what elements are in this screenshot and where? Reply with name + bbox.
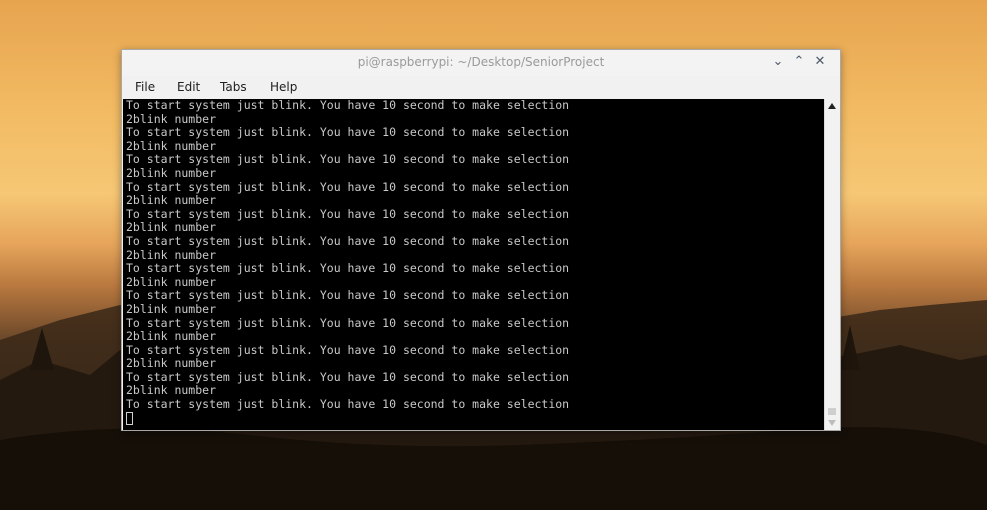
close-icon[interactable]: ✕ <box>812 53 828 71</box>
terminal-line: 2blink number <box>126 274 217 289</box>
terminal-line: 2blink number <box>126 356 217 371</box>
terminal-line: 2blink number <box>126 329 217 344</box>
menu-file[interactable]: File <box>135 80 155 94</box>
terminal-line: 2blink number <box>126 383 217 398</box>
terminal-output[interactable]: To start system just blink. You have 10 … <box>123 99 826 430</box>
scrollbar-thumb[interactable] <box>828 408 836 415</box>
terminal-line: To start system just blink. You have 10 … <box>126 288 570 303</box>
terminal-line: To start system just blink. You have 10 … <box>126 179 570 194</box>
terminal-line: 2blink number <box>126 138 217 153</box>
scroll-up-icon[interactable] <box>828 103 836 109</box>
minimize-icon[interactable]: ⌄ <box>770 53 786 71</box>
terminal-window[interactable]: pi@raspberrypi: ~/Desktop/SeniorProject … <box>121 49 841 431</box>
terminal-line: To start system just blink. You have 10 … <box>126 99 570 112</box>
vertical-scrollbar[interactable] <box>824 99 839 430</box>
terminal-line: To start system just blink. You have 10 … <box>126 233 570 248</box>
terminal-line: To start system just blink. You have 10 … <box>126 342 570 357</box>
scroll-down-icon[interactable] <box>828 420 836 426</box>
terminal-prompt-line[interactable] <box>123 411 826 426</box>
menu-tabs[interactable]: Tabs <box>220 80 247 94</box>
terminal-line: 2blink number <box>126 193 217 208</box>
title-bar[interactable]: pi@raspberrypi: ~/Desktop/SeniorProject … <box>122 50 840 77</box>
terminal-line: 2blink number <box>126 220 217 235</box>
maximize-icon[interactable]: ⌃ <box>791 53 807 71</box>
terminal-line: 2blink number <box>126 111 217 126</box>
terminal-line: To start system just blink. You have 10 … <box>126 397 570 412</box>
terminal-line: 2blink number <box>126 301 217 316</box>
window-title: pi@raspberrypi: ~/Desktop/SeniorProject <box>357 55 605 69</box>
terminal-line: To start system just blink. You have 10 … <box>126 152 570 167</box>
terminal-line: To start system just blink. You have 10 … <box>126 315 570 330</box>
text-cursor <box>126 411 133 425</box>
menu-help[interactable]: Help <box>270 80 297 94</box>
terminal-line: To start system just blink. You have 10 … <box>126 369 570 384</box>
terminal-line: To start system just blink. You have 10 … <box>126 261 570 276</box>
terminal-lines: To start system just blink. You have 10 … <box>123 99 826 412</box>
menu-bar: File Edit Tabs Help <box>122 76 840 99</box>
terminal-line: To start system just blink. You have 10 … <box>126 125 570 140</box>
menu-edit[interactable]: Edit <box>177 80 200 94</box>
terminal-line: 2blink number <box>126 247 217 262</box>
terminal-line: 2blink number <box>126 165 217 180</box>
terminal-line: To start system just blink. You have 10 … <box>126 206 570 221</box>
